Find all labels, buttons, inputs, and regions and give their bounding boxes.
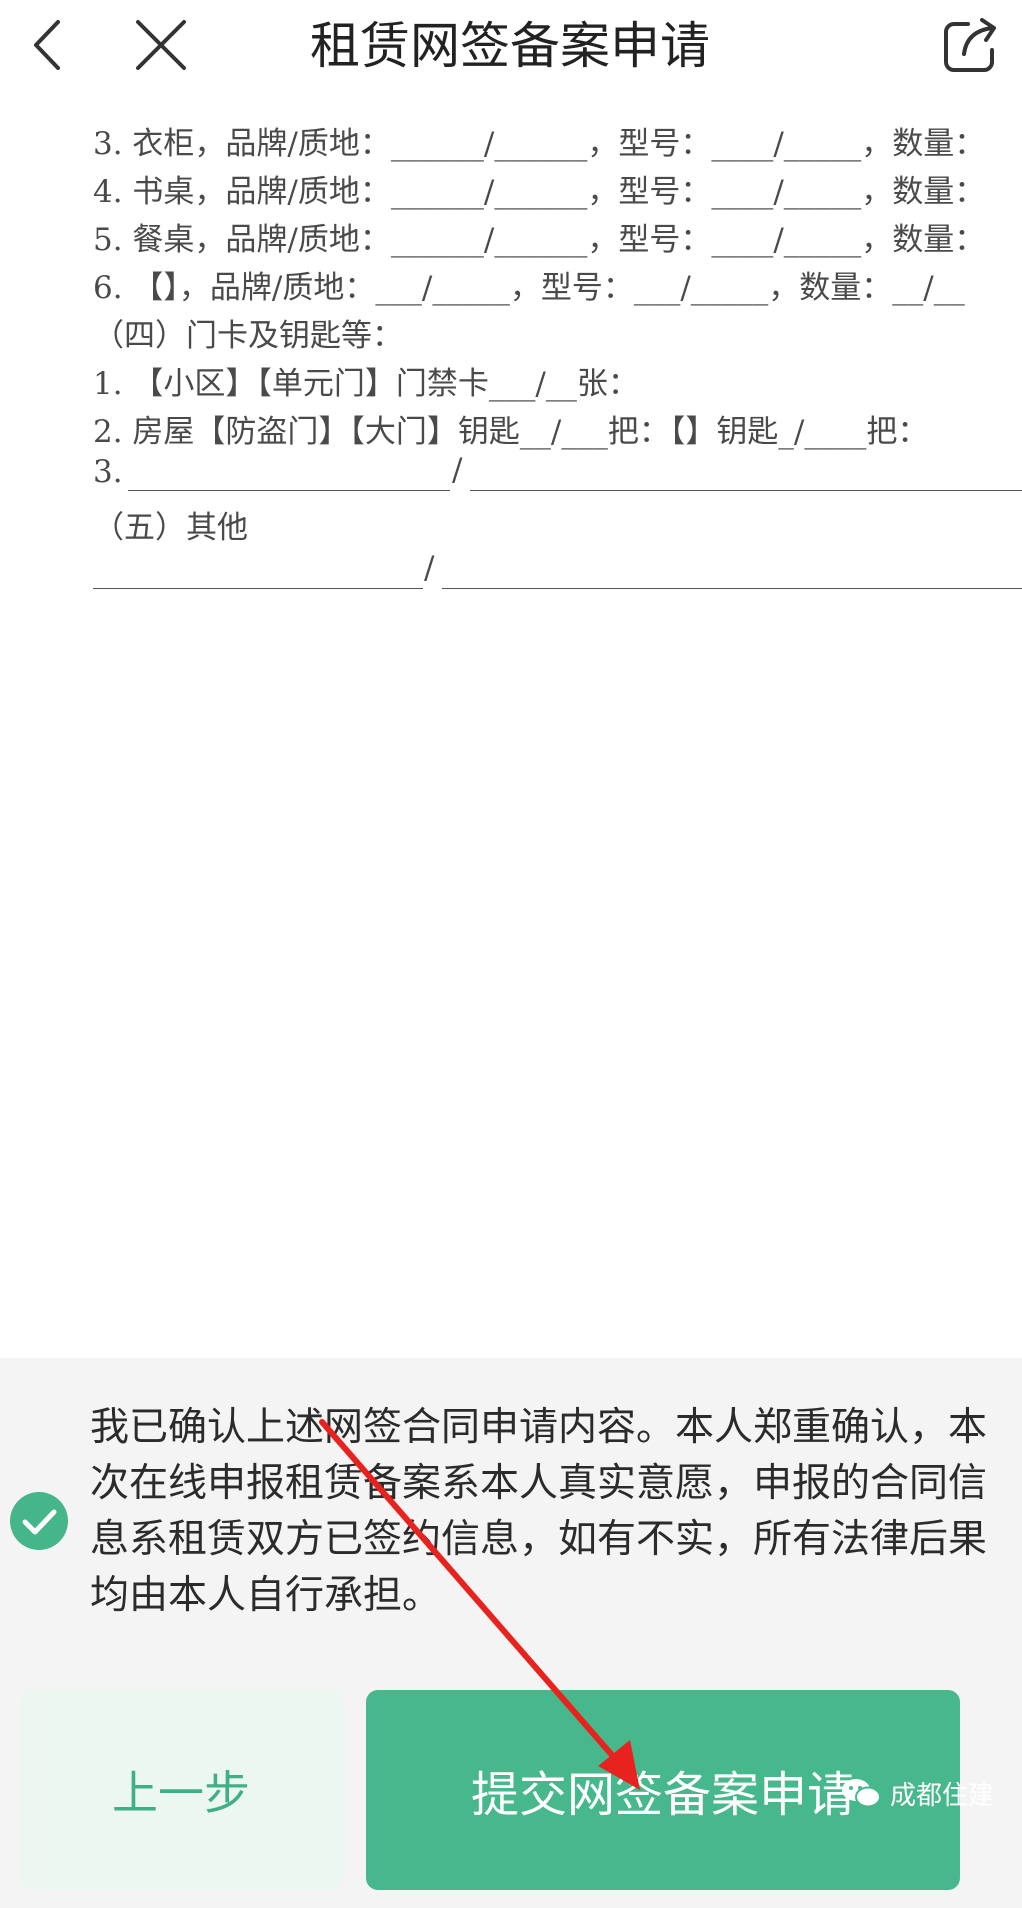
close-icon[interactable] (130, 14, 192, 76)
doc-line: 5. 餐桌，品牌/质地：______/______，型号：____/_____，… (93, 222, 986, 258)
prev-step-button[interactable]: 上一步 (20, 1690, 342, 1890)
contract-document[interactable]: 3. 衣柜，品牌/质地：______/______，型号：____/_____，… (0, 118, 1022, 1358)
app-header: 租赁网签备案申请 (0, 0, 1022, 119)
blank-line (470, 490, 1022, 491)
watermark: 成都住建 (840, 1772, 994, 1814)
watermark-text: 成都住建 (890, 1780, 995, 1811)
doc-line: 3. (93, 454, 123, 490)
confirmation-text: 我已确认上述网签合同申请内容。本人郑重确认，本次在线申报租赁备案系本人真实意愿，… (90, 1405, 988, 1618)
confirm-checkbox[interactable] (10, 1492, 68, 1550)
back-icon[interactable] (18, 14, 80, 76)
blank-line (93, 588, 423, 589)
doc-line: 1. 【小区】【单元门】门禁卡___/__张： (93, 366, 639, 402)
page-title: 租赁网签备案申请 (310, 17, 710, 75)
doc-line: 4. 书桌，品牌/质地：______/______，型号：____/_____，… (93, 174, 986, 210)
doc-line: （四）门卡及钥匙等： (93, 318, 403, 354)
slash-separator: / (452, 452, 463, 488)
doc-line: 3. 衣柜，品牌/质地：______/______，型号：____/_____，… (93, 126, 986, 162)
slash-separator: / (424, 550, 435, 586)
check-icon (22, 1509, 57, 1535)
wechat-icon (842, 1779, 881, 1808)
share-icon[interactable] (940, 14, 1002, 76)
blank-line (128, 490, 450, 491)
blank-line (442, 588, 1022, 589)
doc-line: 6. 【】，品牌/质地：___/_____，型号：___/_____，数量：__… (93, 270, 965, 306)
doc-line: 2. 房屋【防盗门】【大门】钥匙__/___把：【】钥匙_/____把： (93, 414, 929, 450)
doc-line: （五）其他 (93, 510, 248, 546)
